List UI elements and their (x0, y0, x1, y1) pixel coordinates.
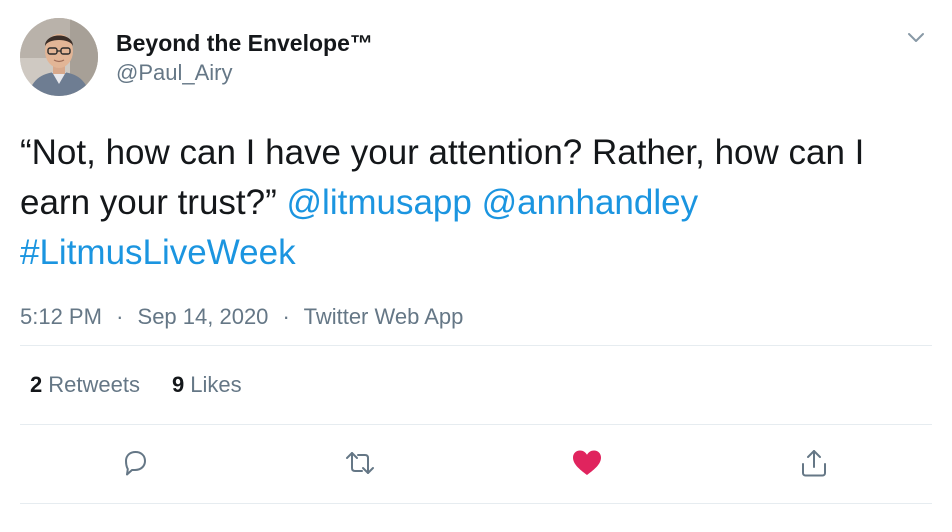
author-handle[interactable]: @Paul_Airy (116, 58, 373, 88)
avatar[interactable] (20, 18, 98, 96)
mention-litmusapp[interactable]: @litmusapp (287, 183, 472, 222)
reply-icon (125, 451, 146, 476)
user-photo-icon (20, 18, 98, 96)
tweet-actions (0, 446, 952, 486)
likes-stat[interactable]: 9 Likes (172, 370, 242, 400)
tweet-date[interactable]: Sep 14, 2020 (138, 304, 269, 329)
heart-icon (573, 450, 601, 475)
chevron-down-icon[interactable] (904, 26, 928, 50)
divider (20, 345, 932, 346)
share-button[interactable] (797, 446, 831, 480)
tweet-text: “Not, how can I have your attention? Rat… (20, 128, 930, 278)
reply-button[interactable] (118, 446, 152, 480)
tweet-metadata: 5:12 PM · Sep 14, 2020 · Twitter Web App (20, 302, 932, 332)
author-display-name[interactable]: Beyond the Envelope™ (116, 28, 373, 58)
share-icon (802, 450, 826, 477)
divider (20, 424, 932, 425)
like-button[interactable] (570, 446, 604, 480)
mention-annhandley[interactable]: @annhandley (482, 183, 699, 222)
retweet-icon (346, 452, 374, 474)
likes-label: Likes (190, 372, 242, 397)
author-names: Beyond the Envelope™ @Paul_Airy (116, 28, 373, 88)
tweet-header: Beyond the Envelope™ @Paul_Airy (20, 18, 932, 100)
retweet-button[interactable] (343, 446, 377, 480)
retweets-label: Retweets (48, 372, 140, 397)
tweet-time[interactable]: 5:12 PM (20, 304, 102, 329)
likes-count: 9 (171, 372, 185, 397)
meta-separator: · (116, 304, 124, 329)
retweets-stat[interactable]: 2 Retweets (30, 370, 140, 400)
tweet-stats: 2 Retweets 9 Likes (30, 370, 274, 400)
meta-separator: · (282, 304, 290, 329)
retweets-count: 2 (30, 372, 43, 397)
divider (20, 503, 932, 504)
tweet-source[interactable]: Twitter Web App (304, 304, 464, 329)
hashtag-litmusliveweek[interactable]: #LitmusLiveWeek (20, 233, 296, 272)
